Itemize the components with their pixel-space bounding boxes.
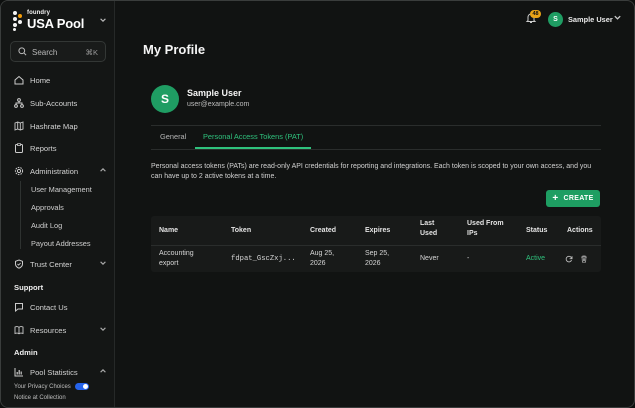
column-header-status: Status [526, 227, 548, 234]
chevron-down-icon[interactable] [613, 13, 622, 24]
sidebar-item-reports[interactable]: Reports [14, 141, 57, 155]
sidebar-item-user-management[interactable]: User Management [31, 185, 92, 194]
sidebar-item-contact-us[interactable]: Contact Us [14, 300, 68, 314]
user-menu-name[interactable]: Sample User [568, 15, 613, 24]
sidebar-item-administration[interactable]: Administration [14, 164, 106, 178]
column-header-created: Created [310, 227, 337, 234]
sidebar-item-payout-addresses[interactable]: Payout Addresses [31, 239, 91, 248]
divider [151, 125, 601, 126]
sidebar-item-label: Administration [30, 166, 79, 176]
trash-icon[interactable] [580, 255, 588, 263]
column-header-actions: Actions [567, 227, 593, 234]
token-used-from: - [467, 255, 470, 262]
sidebar-item-audit-log[interactable]: Audit Log [31, 221, 62, 230]
chevron-down-icon [99, 16, 107, 26]
search-icon [18, 47, 27, 56]
column-header-token: Token [231, 227, 252, 234]
sidebar-item-pool-statistics[interactable]: Pool Statistics [14, 365, 106, 379]
submenu-guide [20, 181, 21, 249]
brand-name: USA Pool [27, 16, 85, 31]
home-icon [14, 75, 24, 85]
section-heading-support: Support [14, 283, 44, 292]
pat-description: Personal access tokens (PATs) are read-o… [151, 163, 592, 180]
sidebar: foundry USA Pool Search ⌘K Home Sub-Acco… [1, 1, 115, 407]
privacy-label: Your Privacy Choices [14, 384, 71, 391]
notification-badge: 48 [530, 10, 541, 18]
sidebar-item-label: Hashrate Map [30, 121, 78, 131]
foundry-logo-icon [13, 11, 23, 31]
column-header-last-used: Last Used [420, 220, 438, 237]
column-header-name: Name [159, 227, 179, 234]
sidebar-item-resources[interactable]: Resources [14, 323, 106, 337]
sidebar-item-home[interactable]: Home [14, 73, 50, 87]
privacy-toggle-icon [75, 383, 90, 390]
chevron-down-icon [99, 259, 107, 269]
privacy-choices-link[interactable]: Your Privacy Choices [14, 383, 90, 391]
create-token-button[interactable]: + CREATE [546, 190, 600, 207]
sidebar-item-label: Pool Statistics [30, 367, 78, 377]
status-badge: Active [526, 255, 546, 262]
chevron-up-icon [99, 367, 107, 377]
divider [151, 245, 601, 246]
search-box[interactable]: Search ⌘K [10, 41, 106, 62]
sidebar-item-sub-accounts[interactable]: Sub-Accounts [14, 96, 77, 110]
chevron-up-icon [99, 166, 107, 176]
brand-switcher[interactable]: foundry USA Pool [13, 10, 107, 32]
app-window: foundry USA Pool Search ⌘K Home Sub-Acco… [0, 0, 635, 408]
create-button-label: CREATE [563, 195, 594, 202]
bar-chart-icon [14, 368, 23, 377]
sidebar-item-label: Trust Center [30, 259, 72, 269]
network-icon [14, 98, 24, 108]
clipboard-icon [15, 143, 23, 153]
chevron-down-icon [99, 325, 107, 335]
user-avatar[interactable]: S [548, 12, 563, 27]
sidebar-item-hashrate-map[interactable]: Hashrate Map [14, 119, 78, 133]
notice-at-collection-link[interactable]: Notice at Collection [14, 395, 66, 401]
sidebar-item-label: Contact Us [30, 302, 68, 312]
token-value: fdpat_GscZxj... [231, 255, 296, 263]
profile-name: Sample User [187, 88, 242, 98]
token-name: Accounting export [159, 250, 194, 267]
token-expires: Sep 25, 2026 [365, 250, 390, 267]
profile-email: user@example.com [187, 101, 250, 108]
sidebar-item-label: Sub-Accounts [30, 98, 78, 108]
tab-personal-access-tokens[interactable]: Personal Access Tokens (PAT) [203, 132, 303, 141]
map-icon [14, 121, 24, 131]
sidebar-item-trust-center[interactable]: Trust Center [14, 257, 106, 271]
sidebar-item-label: Home [30, 75, 51, 85]
sidebar-item-label: Reports [30, 143, 57, 153]
gear-icon [14, 166, 24, 176]
tab-general[interactable]: General [160, 132, 186, 141]
token-last-used: Never [420, 255, 439, 262]
column-header-expires: Expires [365, 227, 391, 234]
shield-icon [15, 259, 23, 269]
column-header-used-from-ips: Used From IPs [467, 220, 504, 237]
plus-icon: + [552, 192, 559, 204]
divider [151, 149, 601, 150]
chat-icon [15, 303, 23, 312]
sidebar-item-approvals[interactable]: Approvals [31, 203, 64, 212]
tokens-table: Name Token Created Expires Last Used Use… [151, 216, 601, 272]
active-tab-indicator [195, 147, 311, 149]
refresh-icon[interactable] [565, 255, 573, 263]
book-icon [14, 326, 24, 335]
avatar: S [151, 85, 179, 113]
sidebar-item-label: Resources [30, 325, 67, 335]
section-heading-admin: Admin [14, 348, 38, 357]
search-shortcut: ⌘K [85, 48, 98, 57]
token-created: Aug 25, 2026 [310, 250, 335, 267]
search-label: Search [32, 48, 58, 57]
page-title: My Profile [143, 42, 206, 57]
